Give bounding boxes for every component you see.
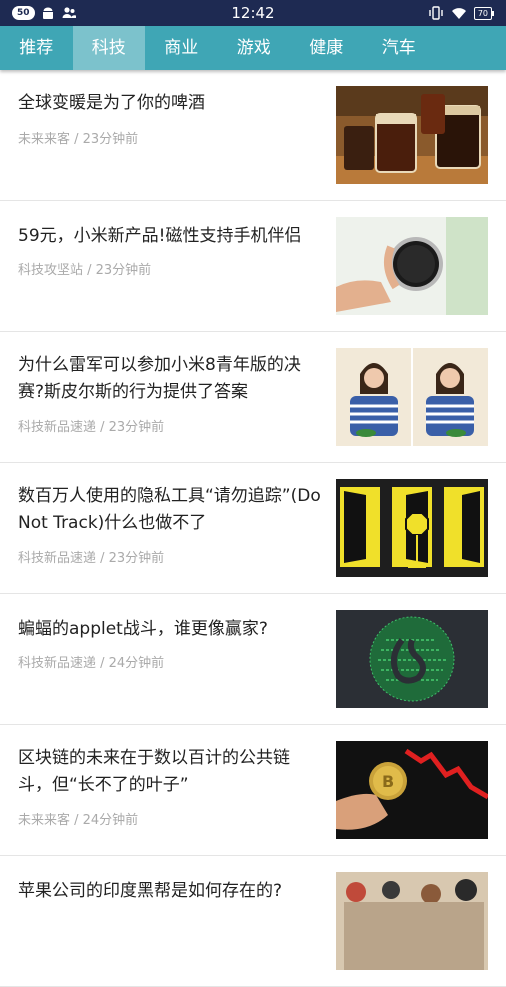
article-title: 苹果公司的印度黑帮是如何存在的? — [18, 881, 283, 901]
article-thumbnail — [336, 217, 488, 315]
article-meta: 未来来客 / 23分钟前 — [18, 132, 139, 147]
article-title: 数百万人使用的隐私工具“请勿追踪”(Do Not Track)什么也做不了 — [18, 486, 321, 533]
article-item[interactable]: 59元，小米新产品!磁性支持手机伴侣 科技攻坚站 / 23分钟前 — [0, 201, 506, 332]
beer-glasses-image — [336, 86, 488, 184]
article-item[interactable]: 苹果公司的印度黑帮是如何存在的? — [0, 856, 506, 987]
article-item[interactable]: 数百万人使用的隐私工具“请勿追踪”(Do Not Track)什么也做不了 科技… — [0, 463, 506, 594]
article-item[interactable]: 区块链的未来在于数以百计的公共链斗，但“长不了的叶子” 未来来客 / 24分钟前… — [0, 725, 506, 856]
tab-auto[interactable]: 汽车 — [363, 26, 436, 70]
article-meta: 科技新品速递 / 23分钟前 — [18, 420, 165, 435]
article-item[interactable]: 为什么雷军可以参加小米8青年版的决赛?斯皮尔斯的行为提供了答案 科技新品速递 /… — [0, 332, 506, 463]
category-tab-bar: 推荐 科技 商业 游戏 健康 汽车 — [0, 26, 506, 70]
article-item[interactable]: 蝙蝠的applet战斗，谁更像赢家? 科技新品速递 / 24分钟前 — [0, 594, 506, 725]
article-title: 为什么雷军可以参加小米8青年版的决赛?斯皮尔斯的行为提供了答案 — [18, 355, 301, 402]
article-thumbnail — [336, 348, 488, 446]
article-thumbnail — [336, 86, 488, 184]
vibrate-icon — [429, 6, 443, 20]
svg-text:B: B — [382, 772, 394, 791]
article-title: 区块链的未来在于数以百计的公共链斗，但“长不了的叶子” — [18, 748, 290, 795]
tab-technology[interactable]: 科技 — [72, 26, 145, 70]
status-right: 70 — [428, 5, 495, 21]
article-title: 蝙蝠的applet战斗，谁更像赢家? — [18, 619, 268, 639]
magnetic-device-image — [336, 217, 488, 315]
code-globe-image — [336, 610, 488, 708]
open-doors-image — [336, 479, 488, 577]
tab-business[interactable]: 商业 — [145, 26, 218, 70]
wifi-icon — [451, 8, 466, 19]
article-title: 全球变暖是为了你的啤酒 — [18, 93, 205, 113]
article-item[interactable]: 全球变暖是为了你的啤酒 未来来客 / 23分钟前 — [0, 70, 506, 201]
tab-games[interactable]: 游戏 — [218, 26, 291, 70]
article-thumbnail — [336, 872, 488, 970]
article-meta: 科技新品速递 / 23分钟前 — [18, 551, 165, 566]
article-meta: 科技新品速递 / 24分钟前 — [18, 656, 165, 671]
woman-photos-image — [336, 348, 488, 446]
article-meta: 未来来客 / 24分钟前 — [18, 813, 139, 828]
article-meta: 科技攻坚站 / 23分钟前 — [18, 263, 152, 278]
tab-recommend[interactable]: 推荐 — [0, 26, 73, 70]
bitcoin-hand-image: B — [336, 741, 488, 839]
store-crowd-image — [336, 872, 488, 970]
article-thumbnail — [336, 479, 488, 577]
tab-health[interactable]: 健康 — [290, 26, 363, 70]
article-thumbnail — [336, 610, 488, 708]
article-thumbnail: B — [336, 741, 488, 839]
article-feed: 全球变暖是为了你的啤酒 未来来客 / 23分钟前 59元，小米新产品!磁性支持手… — [0, 70, 506, 987]
article-title: 59元，小米新产品!磁性支持手机伴侣 — [18, 226, 302, 246]
status-bar: 50 12:42 70 — [0, 0, 506, 26]
battery-icon: 70 — [473, 6, 495, 20]
